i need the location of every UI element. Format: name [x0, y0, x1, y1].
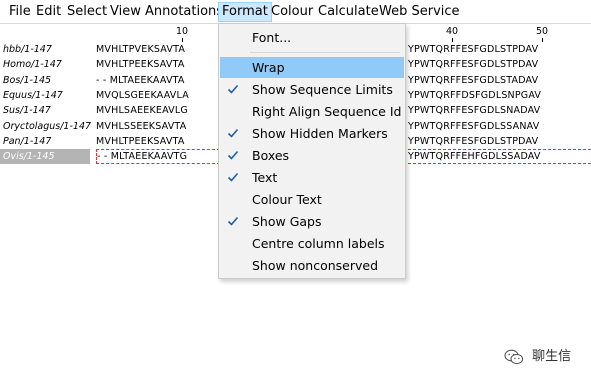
menu-item-label: Show Sequence Limits — [252, 82, 393, 97]
sequence-residues[interactable]: YPWTQRFFESFGDLSTPDAV — [408, 57, 591, 72]
watermark-text: 聊生信 — [532, 349, 572, 364]
menu-item-label: Wrap — [252, 60, 285, 75]
menu-item-label: Show Gaps — [252, 214, 322, 229]
sequence-residues[interactable]: YPWTQRFFDSFGDLSNPGAV — [408, 88, 591, 103]
sequence-residues[interactable]: MVHLTPVEKSAVTA — [96, 42, 220, 57]
sequence-residues[interactable]: YPWTQRFFESFGDLSNADAV — [408, 103, 591, 118]
menu-item-label: Show nonconserved — [252, 258, 379, 273]
menu-item-show-gaps[interactable]: Show Gaps — [220, 211, 404, 232]
sequence-residues[interactable]: YPWTQRFFESFGDLSTADAV — [408, 73, 591, 88]
sequence-residues[interactable]: MVHLSAEEKEAVLG — [96, 103, 220, 118]
menu-item-right-align-sequence-id[interactable]: Right Align Sequence Id — [220, 101, 404, 122]
sequence-residues[interactable]: MVHLSSEEKSAVTA — [96, 119, 220, 134]
menu-item-text[interactable]: Text — [220, 167, 404, 188]
sequence-id[interactable]: Equus/1-147 — [3, 88, 93, 103]
checkmark-icon — [227, 172, 239, 182]
menu-item-colour-text[interactable]: Colour Text — [220, 189, 404, 210]
menu-item-font[interactable]: Font... — [220, 27, 404, 48]
menu-edit[interactable]: Edit — [33, 2, 64, 22]
menu-item-wrap[interactable]: Wrap — [220, 57, 404, 78]
checkmark-icon — [227, 150, 239, 160]
menu-item-label: Colour Text — [252, 192, 322, 207]
wechat-icon — [504, 349, 524, 365]
sequence-residues[interactable]: MVHLTPEEKSAVTA — [96, 57, 220, 72]
menu-web-service[interactable]: Web Service — [376, 2, 463, 22]
sequence-residues[interactable]: YPWTQRFFESFGDLSSANAV — [408, 119, 591, 134]
sequence-residues[interactable]: MVQLSGEEKAAVLA — [96, 88, 220, 103]
checkmark-icon — [227, 128, 239, 138]
menu-item-centre-column-labels[interactable]: Centre column labels — [220, 233, 404, 254]
sequence-id[interactable]: Pan/1-147 — [3, 134, 93, 149]
ruler-label-40: 40 — [446, 26, 459, 37]
menu-item-show-sequence-limits[interactable]: Show Sequence Limits — [220, 79, 404, 100]
menu-item-label: Centre column labels — [252, 236, 385, 251]
menu-calculate[interactable]: Calculate — [315, 2, 382, 22]
menu-separator — [250, 52, 400, 53]
menu-view[interactable]: View — [107, 2, 144, 22]
menu-item-show-nonconserved[interactable]: Show nonconserved — [220, 255, 404, 276]
sequence-residues[interactable]: YPWTQRFFEHFGDLSSADAV — [408, 149, 591, 165]
sequence-id[interactable]: Oryctolagus/1-147 — [3, 119, 93, 134]
menu-file[interactable]: File — [6, 2, 34, 22]
format-menu-dropdown: Font... Wrap Show Sequence Limits Right … — [218, 23, 406, 279]
sequence-id[interactable]: Bos/1-145 — [3, 73, 93, 88]
menu-colour[interactable]: Colour — [268, 2, 316, 22]
sequence-id[interactable]: Sus/1-147 — [3, 103, 93, 118]
menu-item-label: Right Align Sequence Id — [252, 104, 402, 119]
menu-item-label: Show Hidden Markers — [252, 126, 388, 141]
ruler-label-50: 50 — [536, 26, 549, 37]
sequence-id[interactable]: Ovis/1-145 — [0, 149, 90, 165]
checkmark-icon — [227, 84, 239, 94]
sequence-residues[interactable]: - - MLTAEEKAAVTA — [96, 73, 220, 88]
menu-item-label: Text — [252, 170, 278, 185]
watermark: 聊生信 — [504, 346, 571, 368]
sequence-residues[interactable]: YPWTQRFFESFGDLSTPDAV — [408, 134, 591, 149]
menu-item-boxes[interactable]: Boxes — [220, 145, 404, 166]
menu-item-show-hidden-markers[interactable]: Show Hidden Markers — [220, 123, 404, 144]
sequence-residues[interactable]: - - MLTAEEKAAVTG — [96, 149, 220, 165]
checkmark-icon — [227, 216, 239, 226]
menu-item-label: Font... — [252, 30, 292, 45]
menu-bar: File Edit Select View Annotations Format… — [0, 0, 591, 24]
menu-annotations[interactable]: Annotations — [142, 2, 226, 22]
menu-format[interactable]: Format — [218, 2, 272, 22]
jalview-window: File Edit Select View Annotations Format… — [0, 0, 591, 382]
sequence-residues[interactable]: YPWTQRFFESFGDLSTPDAV — [408, 42, 591, 57]
sequence-id[interactable]: hbb/1-147 — [3, 42, 93, 57]
ruler-label-10: 10 — [176, 26, 189, 37]
sequence-residues[interactable]: MVHLTPEEKSAVTA — [96, 134, 220, 149]
sequence-id[interactable]: Homo/1-147 — [3, 57, 93, 72]
menu-item-label: Boxes — [252, 148, 290, 163]
menu-select[interactable]: Select — [64, 2, 110, 22]
